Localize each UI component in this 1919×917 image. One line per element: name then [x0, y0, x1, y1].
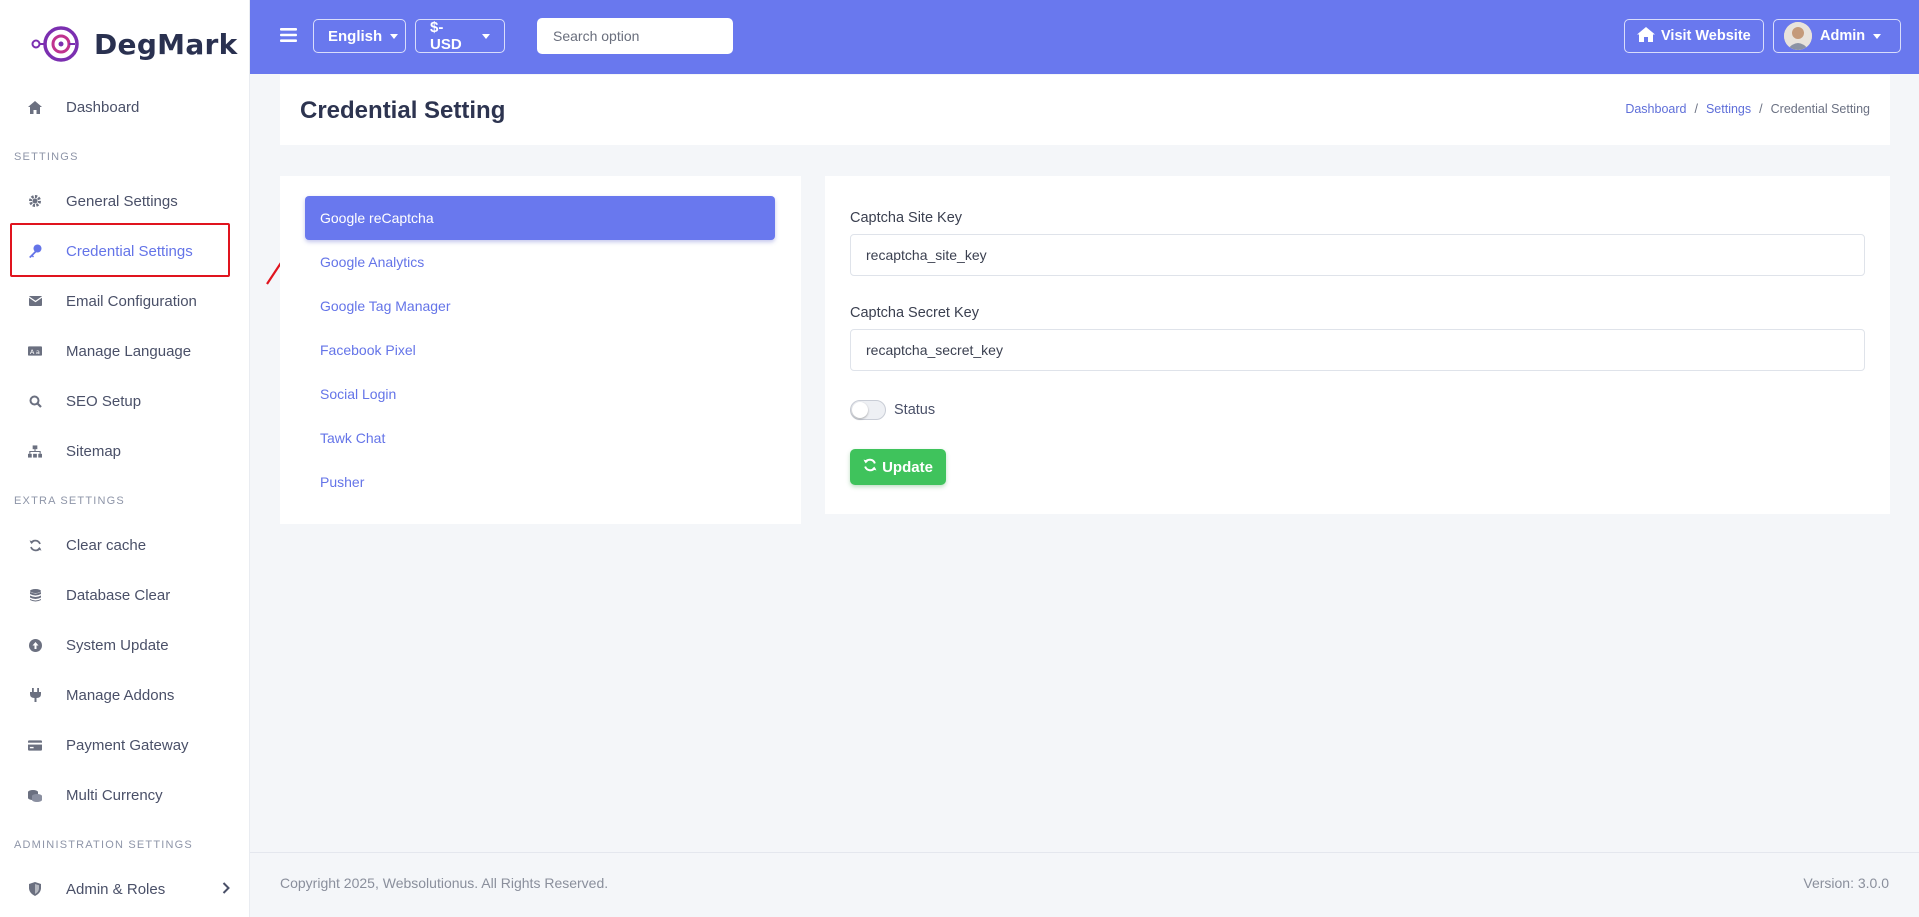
caret-down-icon: [390, 33, 399, 39]
currency-label: $-USD: [430, 19, 462, 53]
credential-tabs-panel: Google reCaptcha Google Analytics Google…: [280, 176, 801, 524]
caret-down-icon: [1873, 33, 1882, 39]
tab-pusher[interactable]: Pusher: [305, 460, 775, 504]
refresh-icon: [28, 538, 42, 552]
version-text: Version: 3.0.0: [1803, 875, 1889, 891]
breadcrumb: Dashboard / Settings / Credential Settin…: [1625, 102, 1870, 116]
sidebar-item-seo-setup[interactable]: SEO Setup: [0, 379, 250, 423]
sidebar-item-label: Sitemap: [66, 442, 122, 460]
sidebar-item-manage-addons[interactable]: Manage Addons: [0, 673, 250, 717]
breadcrumb-current: Credential Setting: [1770, 102, 1870, 116]
shield-icon: [28, 882, 42, 896]
sidebar-item-payment-gateway[interactable]: Payment Gateway: [0, 723, 250, 767]
logo-icon: [31, 26, 79, 62]
update-button[interactable]: Update: [850, 449, 946, 485]
sidebar-item-database-clear[interactable]: Database Clear: [0, 573, 250, 617]
sidebar-item-label: Database Clear: [66, 586, 171, 604]
secret-key-label: Captcha Secret Key: [850, 305, 979, 321]
avatar: [1784, 22, 1812, 50]
sitemap-icon: [28, 444, 42, 458]
brand-name: DegMark: [94, 27, 238, 61]
sidebar: DegMark Dashboard SETTINGS General Setti…: [0, 0, 250, 917]
recaptcha-form: Captcha Site Key Captcha Secret Key Stat…: [825, 176, 1890, 514]
status-label: Status: [894, 402, 936, 418]
copyright-text: Copyright 2025, Websolutionus. All Right…: [280, 875, 609, 891]
currency-dropdown[interactable]: $-USD: [415, 19, 505, 53]
section-extra-settings: EXTRA SETTINGS: [14, 495, 125, 507]
svg-text:a: a: [36, 348, 40, 356]
sidebar-item-label: Manage Addons: [66, 686, 175, 704]
breadcrumb-separator: /: [1759, 102, 1763, 116]
home-icon: [28, 100, 42, 114]
visit-website-label: Visit Website: [1661, 28, 1751, 44]
caret-down-icon: [482, 33, 490, 39]
top-bar: English $-USD Visit Website Admin: [250, 0, 1919, 74]
language-icon: Aa: [28, 344, 42, 358]
sidebar-item-admin-roles[interactable]: Admin & Roles: [0, 867, 250, 911]
refresh-icon: [863, 458, 877, 476]
sidebar-item-clear-cache[interactable]: Clear cache: [0, 523, 250, 567]
brand-logo[interactable]: DegMark: [30, 24, 238, 64]
sidebar-item-label: Dashboard: [66, 98, 140, 116]
hamburger-menu-icon[interactable]: [280, 27, 297, 48]
tab-social-login[interactable]: Social Login: [305, 372, 775, 416]
credit-card-icon: [28, 738, 42, 752]
sidebar-item-label: Clear cache: [66, 536, 147, 554]
sidebar-item-email-configuration[interactable]: Email Configuration: [0, 279, 250, 323]
footer: Copyright 2025, Websolutionus. All Right…: [250, 852, 1919, 917]
svg-text:A: A: [30, 348, 35, 356]
database-icon: [28, 588, 42, 602]
tab-facebook-pixel[interactable]: Facebook Pixel: [305, 328, 775, 372]
user-name: Admin: [1820, 28, 1866, 44]
breadcrumb-settings[interactable]: Settings: [1706, 102, 1751, 116]
sidebar-item-general-settings[interactable]: General Settings: [0, 179, 250, 223]
sidebar-item-label: Multi Currency: [66, 786, 163, 804]
sidebar-item-system-update[interactable]: System Update: [0, 623, 250, 667]
search-input[interactable]: [537, 18, 733, 54]
page-header: Credential Setting Dashboard / Settings …: [280, 75, 1890, 145]
chevron-right-icon: [222, 881, 230, 898]
sidebar-item-label: Manage Language: [66, 342, 192, 360]
gear-icon: [28, 194, 42, 208]
user-dropdown[interactable]: Admin: [1773, 19, 1901, 53]
sidebar-item-sitemap[interactable]: Sitemap: [0, 429, 250, 473]
toggle-knob: [852, 402, 868, 418]
page-title: Credential Setting: [300, 97, 506, 124]
sidebar-item-label: General Settings: [66, 192, 178, 210]
sidebar-item-label: System Update: [66, 636, 169, 654]
envelope-icon: [28, 294, 42, 308]
sidebar-item-dashboard[interactable]: Dashboard: [0, 85, 250, 129]
language-dropdown[interactable]: English: [313, 19, 406, 53]
tab-google-tag-manager[interactable]: Google Tag Manager: [305, 284, 775, 328]
sidebar-item-label: Payment Gateway: [66, 736, 189, 754]
visit-website-button[interactable]: Visit Website: [1624, 19, 1764, 53]
sidebar-item-label: SEO Setup: [66, 392, 142, 410]
site-key-input[interactable]: [850, 234, 1865, 276]
sidebar-item-label: Admin & Roles: [66, 880, 166, 898]
section-administration-settings: ADMINISTRATION SETTINGS: [14, 839, 193, 851]
site-key-label: Captcha Site Key: [850, 210, 963, 226]
breadcrumb-separator: /: [1694, 102, 1698, 116]
home-icon: [1637, 26, 1655, 46]
section-settings: SETTINGS: [14, 151, 79, 163]
coins-icon: [28, 788, 42, 802]
plug-icon: [28, 688, 42, 702]
sidebar-item-manage-language[interactable]: Aa Manage Language: [0, 329, 250, 373]
tab-google-recaptcha[interactable]: Google reCaptcha: [305, 196, 775, 240]
search-icon: [28, 394, 42, 408]
tab-google-analytics[interactable]: Google Analytics: [305, 240, 775, 284]
upload-circle-icon: [28, 638, 42, 652]
update-label: Update: [882, 458, 933, 476]
tab-tawk-chat[interactable]: Tawk Chat: [305, 416, 775, 460]
language-label: English: [328, 27, 383, 45]
secret-key-input[interactable]: [850, 329, 1865, 371]
status-toggle[interactable]: [850, 400, 886, 420]
sidebar-item-multi-currency[interactable]: Multi Currency: [0, 773, 250, 817]
breadcrumb-dashboard[interactable]: Dashboard: [1625, 102, 1686, 116]
sidebar-item-label: Email Configuration: [66, 292, 197, 310]
annotation-highlight-box: [10, 223, 230, 277]
